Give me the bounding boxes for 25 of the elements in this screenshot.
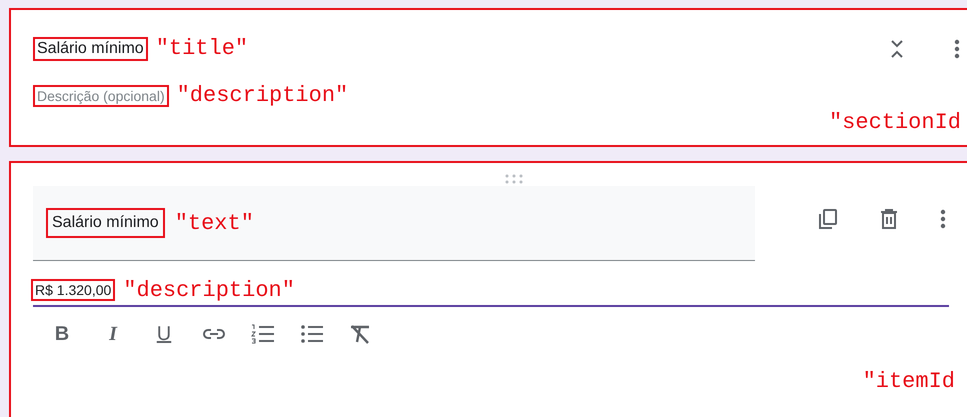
annotation-label: "itemId xyxy=(862,369,955,394)
annotation-label: "description" xyxy=(123,278,295,302)
bold-button[interactable]: B xyxy=(49,322,75,346)
more-icon[interactable] xyxy=(954,38,960,58)
drag-handle-icon[interactable] xyxy=(505,174,523,184)
annotation-label: "sectionId xyxy=(828,110,961,135)
collapse-icon[interactable] xyxy=(890,38,904,58)
description-field[interactable]: Descrição (opcional) xyxy=(33,84,169,106)
description-text: R$ 1.320,00 xyxy=(31,279,116,301)
trash-icon[interactable] xyxy=(880,208,898,230)
annotation-label: "text" xyxy=(174,210,254,236)
more-icon[interactable] xyxy=(940,209,946,229)
question-field[interactable]: Salário mínimo "text" xyxy=(33,186,755,261)
copy-icon[interactable] xyxy=(818,208,838,230)
numbered-list-icon[interactable] xyxy=(251,324,275,344)
annotation-label: "description" xyxy=(176,83,348,108)
link-icon[interactable] xyxy=(202,328,226,340)
section-title[interactable]: Salário mínimo xyxy=(33,36,148,60)
underline-button[interactable]: U xyxy=(151,322,177,346)
clear-format-icon[interactable] xyxy=(349,324,371,344)
description-field[interactable]: R$ 1.320,00 "description" xyxy=(33,275,949,307)
italic-button[interactable]: I xyxy=(100,322,126,346)
annotation-label: "title" xyxy=(156,36,248,61)
bulleted-list-icon[interactable] xyxy=(300,324,324,344)
question-title: Salário mínimo xyxy=(46,208,165,238)
